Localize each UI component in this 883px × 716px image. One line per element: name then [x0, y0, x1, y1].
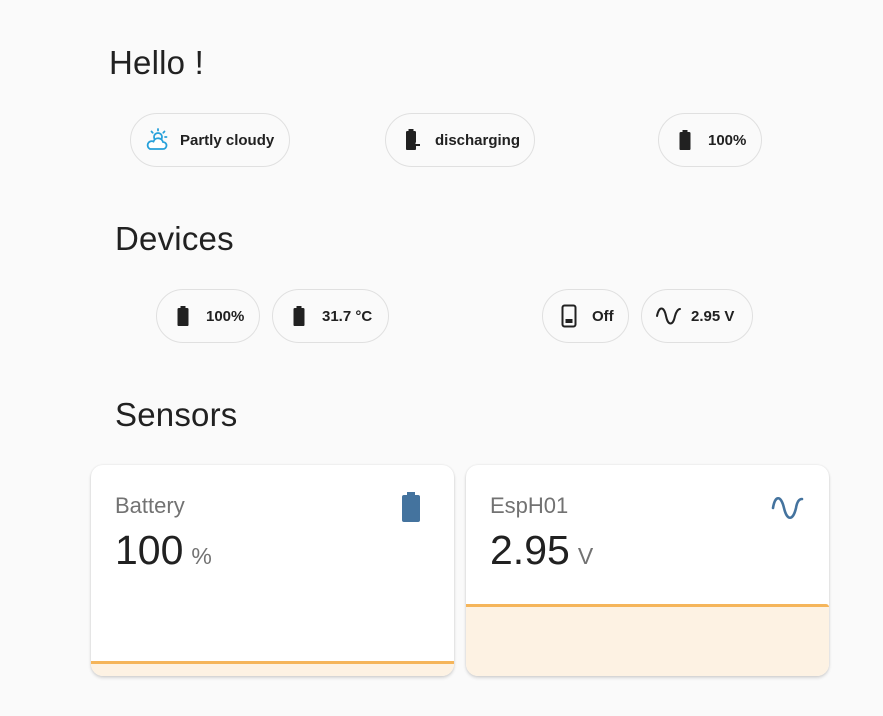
- weather-partly-cloudy-icon: [144, 127, 170, 153]
- battery-icon: [672, 127, 698, 153]
- sensor-graph-fill: [466, 606, 829, 676]
- device-chip-screen[interactable]: Off: [542, 289, 629, 343]
- sensor-graph-fill: [91, 662, 454, 676]
- sensor-card-value: 2.95 V: [490, 527, 593, 574]
- sensor-card-name: Battery: [115, 493, 185, 518]
- device-chip-battery[interactable]: 100%: [156, 289, 260, 343]
- sensor-card-esph01[interactable]: EspH01 2.95 V: [466, 465, 829, 676]
- sensor-value-unit: %: [191, 543, 212, 569]
- device-chip-voltage[interactable]: 2.95 V: [641, 289, 753, 343]
- device-chip-screen-label: Off: [592, 307, 614, 325]
- device-chip-voltage-label: 2.95 V: [691, 307, 735, 325]
- sensor-card-value: 100%: [115, 527, 212, 574]
- battery-icon: [170, 303, 196, 329]
- battery-icon: [286, 303, 312, 329]
- chip-battery-level[interactable]: 100%: [658, 113, 762, 167]
- battery-icon: [397, 491, 425, 530]
- device-chip-temperature[interactable]: 31.7 °C: [272, 289, 389, 343]
- greeting-title: Hello !: [109, 44, 204, 81]
- chip-weather[interactable]: Partly cloudy: [130, 113, 290, 167]
- device-chip-battery-label: 100%: [206, 307, 245, 325]
- sine-wave-icon: [655, 303, 681, 329]
- sensor-graph-line: [91, 661, 454, 664]
- sensor-value-number: 100: [115, 527, 184, 573]
- phone-icon: [556, 303, 582, 329]
- device-chip-temperature-label: 31.7 °C: [322, 307, 373, 325]
- chip-weather-label: Partly cloudy: [180, 131, 275, 149]
- battery-discharging-icon: [399, 127, 425, 153]
- sensor-value-unit: V: [577, 543, 594, 569]
- sensor-value-number: 2.95: [490, 527, 570, 573]
- devices-title: Devices: [115, 220, 234, 257]
- sensor-card-battery[interactable]: Battery 100%: [91, 465, 454, 676]
- chip-battery-state[interactable]: discharging: [385, 113, 535, 167]
- sensors-title: Sensors: [115, 396, 238, 433]
- chip-battery-level-label: 100%: [708, 131, 747, 149]
- chip-battery-state-label: discharging: [435, 131, 521, 149]
- sensor-graph-line: [466, 604, 829, 607]
- sensor-card-name: EspH01: [490, 493, 569, 518]
- sine-wave-icon: [770, 491, 804, 530]
